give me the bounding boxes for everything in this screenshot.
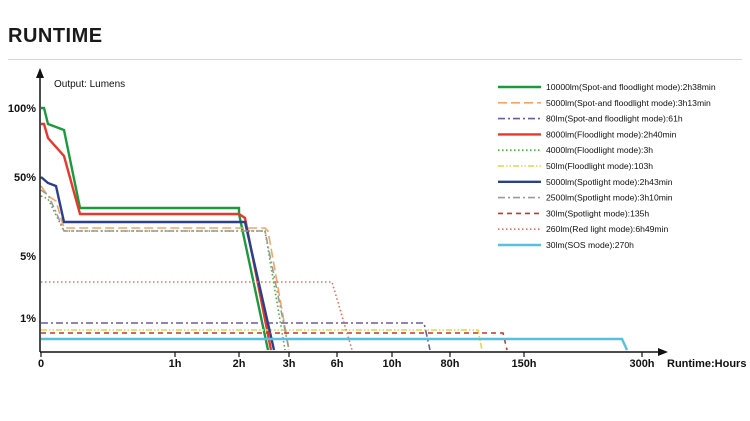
legend: 10000lm(Spot-and floodlight mode):2h38mi… (498, 82, 716, 250)
x-axis-title: Runtime:Hours (667, 358, 746, 370)
legend-label-6: 50lm(Floodlight mode):103h (546, 161, 653, 171)
series-line-4 (41, 122, 273, 351)
legend-label-9: 30lm(Spotlight mode):135h (546, 208, 649, 218)
x-ticks-group: 0 1h 2h 3h 6h 10h 80h 150h 300h (38, 352, 655, 370)
x-tick-label-7: 80h (441, 358, 460, 370)
x-tick-label-3: 2h (233, 358, 246, 370)
legend-label-5: 4000lm(Floodlight mode):3h (546, 145, 653, 155)
legend-label-11: 30lm(SOS mode):270h (546, 240, 634, 250)
y-tick-label-1: 100% (8, 103, 36, 115)
runtime-chart: Output: Lumens Runtime:Hours 100% 50% 5% 1%… (8, 68, 746, 370)
x-tick-label-2: 1h (169, 358, 182, 370)
x-tick-label-5: 6h (331, 358, 344, 370)
output-label: Output: Lumens (54, 79, 125, 90)
series-line-1 (41, 106, 270, 351)
y-tick-label-2: 50% (14, 172, 36, 184)
legend-label-10: 260lm(Red light mode):6h49min (546, 224, 669, 234)
x-tick-label-1: 0 (38, 358, 44, 370)
x-tick-label-8: 150h (511, 358, 536, 370)
legend-label-1: 10000lm(Spot-and floodlight mode):2h38mi… (546, 82, 716, 92)
y-axis-arrow-icon (36, 68, 44, 78)
legend-label-4: 8000lm(Floodlight mode):2h40min (546, 129, 677, 139)
x-tick-label-9: 300h (629, 358, 654, 370)
legend-label-8: 2500lm(Spotlight mode):3h10min (546, 193, 673, 203)
series-line-5 (40, 195, 286, 351)
y-tick-label-3: 5% (20, 251, 36, 263)
series-line-3 (41, 322, 431, 351)
legend-label-7: 5000lm(Spotlight mode):2h43min (546, 177, 673, 187)
y-ticks-group: 100% 50% 5% 1% (8, 103, 36, 325)
x-tick-label-4: 3h (283, 358, 296, 370)
series-line-11 (41, 337, 629, 351)
x-axis-arrow-icon (658, 348, 668, 356)
legend-label-3: 80lm(Spot-and floodlight mode):61h (546, 114, 683, 124)
y-tick-label-4: 1% (20, 313, 36, 325)
legend-label-2: 5000lm(Spot-and floodlight mode):3h13min (546, 98, 711, 108)
x-tick-label-6: 10h (383, 358, 402, 370)
